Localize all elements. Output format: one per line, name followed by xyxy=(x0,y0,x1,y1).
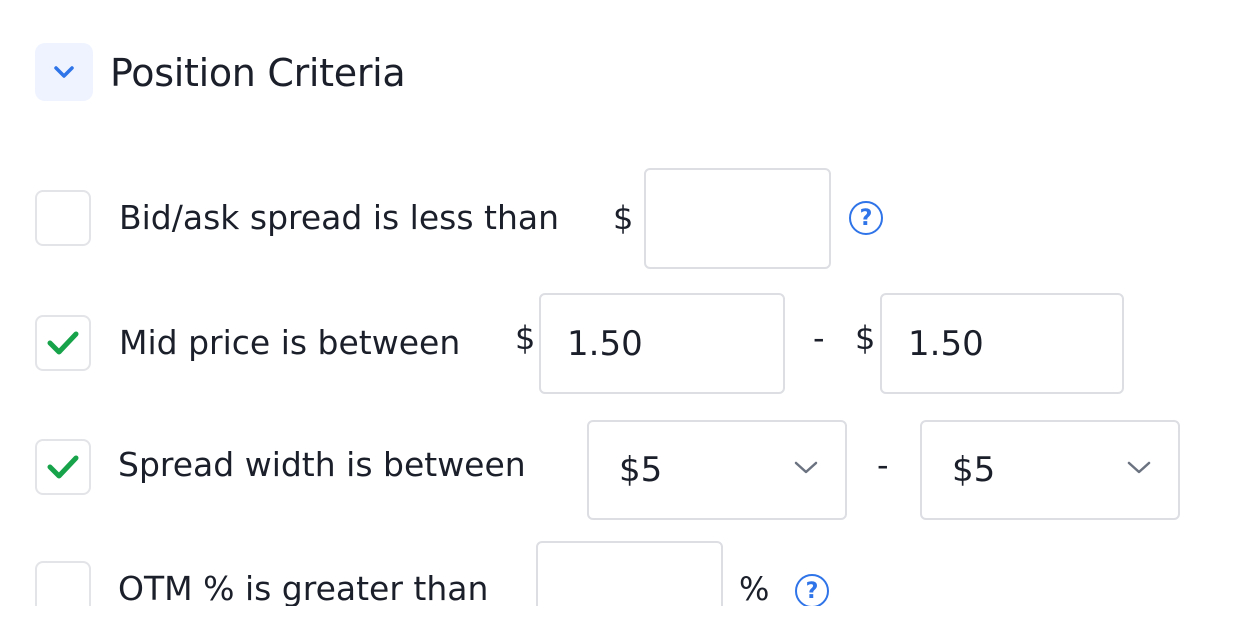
mid-price-label: Mid price is between xyxy=(119,323,461,362)
otm-checkbox[interactable] xyxy=(35,561,91,606)
spread-width-max-select[interactable]: $5 xyxy=(920,420,1180,520)
criteria-row-otm: OTM % is greater than % ? xyxy=(35,541,855,606)
spread-width-min-value: $5 xyxy=(619,450,663,490)
chevron-down-icon xyxy=(54,66,74,78)
otm-percent-suffix: % xyxy=(739,570,770,606)
spread-width-max-value: $5 xyxy=(952,450,996,490)
otm-percent-input[interactable] xyxy=(536,541,723,606)
mid-price-range-separator: - xyxy=(813,319,825,357)
collapse-toggle-button[interactable] xyxy=(35,43,93,101)
checkmark-icon xyxy=(47,331,79,355)
otm-label: OTM % is greater than xyxy=(118,569,489,606)
criteria-row-spread-width: Spread width is between $5 - $5 xyxy=(35,419,1195,520)
mid-price-max-currency-prefix: $ xyxy=(855,319,876,357)
bid-ask-spread-input[interactable] xyxy=(644,168,831,269)
position-criteria-panel: Position Criteria Bid/ask spread is less… xyxy=(0,0,1250,606)
checkmark-icon xyxy=(47,455,79,479)
chevron-down-icon xyxy=(794,461,818,474)
criteria-row-bid-ask: Bid/ask spread is less than $ ? xyxy=(35,168,935,269)
bid-ask-checkbox[interactable] xyxy=(35,190,91,246)
chevron-down-icon xyxy=(1127,461,1151,474)
section-title: Position Criteria xyxy=(110,51,406,95)
spread-width-checkbox[interactable] xyxy=(35,439,91,495)
mid-price-checkbox[interactable] xyxy=(35,315,91,371)
mid-price-max-input[interactable] xyxy=(880,293,1124,394)
bid-ask-currency-prefix: $ xyxy=(613,199,634,237)
criteria-row-mid-price: Mid price is between $ - $ xyxy=(35,293,1135,394)
spread-width-min-select[interactable]: $5 xyxy=(587,420,847,520)
mid-price-min-input[interactable] xyxy=(539,293,785,394)
bid-ask-label: Bid/ask spread is less than xyxy=(119,198,560,237)
mid-price-min-currency-prefix: $ xyxy=(515,319,536,357)
spread-width-range-separator: - xyxy=(877,446,889,484)
spread-width-label: Spread width is between xyxy=(118,445,526,484)
otm-help-icon[interactable]: ? xyxy=(795,574,829,606)
bid-ask-help-icon[interactable]: ? xyxy=(849,201,883,235)
